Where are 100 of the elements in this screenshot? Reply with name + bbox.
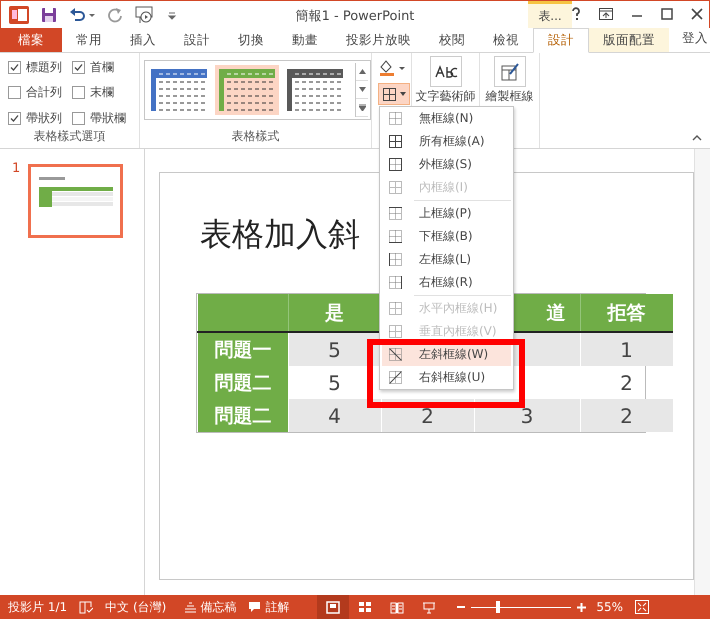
border-all-icon <box>388 134 403 149</box>
table-style-preview <box>287 69 343 111</box>
scroll-down-icon[interactable] <box>358 87 366 92</box>
menu-item[interactable]: 無框線(N) <box>382 107 511 130</box>
checkbox[interactable] <box>72 61 85 74</box>
ribbon-display-icon[interactable] <box>599 8 613 20</box>
notes-icon <box>184 602 196 612</box>
vertical-scrollbar[interactable] <box>694 149 710 595</box>
group-label: 表格樣式 <box>230 128 280 145</box>
zoom-slider[interactable] <box>471 601 572 613</box>
menu-item[interactable]: 所有框線(A) <box>382 130 511 153</box>
zoom-in-icon[interactable] <box>577 602 586 612</box>
zoom-slider-thumb[interactable] <box>496 601 500 613</box>
reading-view-icon[interactable] <box>390 600 404 614</box>
ribbon-tab[interactable]: 投影片放映 <box>332 28 425 52</box>
maximize-icon[interactable] <box>661 8 673 20</box>
table-style-preview <box>219 69 275 111</box>
collapse-ribbon-icon[interactable] <box>692 135 702 141</box>
menu-item[interactable]: 左斜框線(W) <box>382 343 511 366</box>
more-icon[interactable] <box>358 104 366 111</box>
table-cell: 1 <box>580 332 672 366</box>
border-inside-v-icon <box>388 324 403 339</box>
menu-item[interactable]: 外框線(S) <box>382 153 511 176</box>
ribbon-tab[interactable]: 切換 <box>224 28 278 52</box>
row-header: 問題二 <box>198 399 288 432</box>
table-cell: 3 <box>474 399 580 432</box>
pencil-grid-drawing <box>500 62 520 82</box>
help-icon[interactable] <box>571 7 581 21</box>
row-header: 問題二 <box>198 366 288 399</box>
language-indicator[interactable]: 中文 (台灣) <box>105 598 166 616</box>
comments-button[interactable]: 註解 <box>248 598 290 616</box>
draw-borders-label[interactable]: 繪製框線 <box>486 89 534 103</box>
table-cell: 4 <box>288 399 381 432</box>
border-inside-h-icon <box>388 301 403 316</box>
table-style-preview <box>151 69 207 111</box>
ribbon-tab[interactable]: 校閱 <box>425 28 479 52</box>
border-top-icon <box>388 206 403 221</box>
ribbon-tab[interactable]: 檔案 <box>0 28 62 52</box>
checkbox[interactable] <box>72 112 85 125</box>
menu-item[interactable]: 右斜框線(U) <box>382 366 511 389</box>
slide-thumbnail[interactable] <box>28 164 123 238</box>
ribbon-tab[interactable]: 設計 <box>170 28 224 52</box>
customize-icon[interactable] <box>167 10 177 20</box>
group-label: 表格樣式選項 <box>32 128 106 145</box>
menu-item[interactable]: 右框線(R) <box>382 271 511 294</box>
checkbox-label: 帶狀欄 <box>90 110 126 127</box>
menu-item[interactable]: 左框線(L) <box>382 248 511 271</box>
checkbox[interactable] <box>8 61 21 74</box>
normal-view-icon[interactable] <box>326 600 340 614</box>
app-icon[interactable] <box>9 6 29 24</box>
abc-drawing <box>434 64 458 78</box>
ribbon-tab[interactable]: 動畫 <box>278 28 332 52</box>
ribbon-tab[interactable]: 版面配置 <box>589 28 669 52</box>
checkbox[interactable] <box>72 86 85 100</box>
checkbox[interactable] <box>8 86 21 100</box>
border-diag-up-icon <box>388 370 403 385</box>
borders-button[interactable] <box>378 83 410 105</box>
menu-item[interactable]: 下框線(B) <box>382 225 511 248</box>
save-icon[interactable] <box>41 6 57 22</box>
zoom-out-icon[interactable] <box>457 603 466 611</box>
border-inside-icon <box>388 180 403 195</box>
draw-table-icon[interactable] <box>494 56 526 87</box>
caret-icon <box>400 92 406 96</box>
fit-slide-icon[interactable] <box>635 600 649 614</box>
check-icon <box>10 114 19 123</box>
checkbox-label: 標題列 <box>26 59 62 76</box>
presentation-icon[interactable] <box>422 600 436 614</box>
checkbox[interactable] <box>8 112 21 125</box>
scroll-up-icon[interactable] <box>358 69 366 74</box>
slide-sorter-icon[interactable] <box>358 600 372 614</box>
column-header: 是 <box>288 294 381 332</box>
notes-button[interactable]: 備忘稿 <box>184 598 236 616</box>
sign-in-link[interactable]: 登入 <box>682 30 708 47</box>
ribbon-tab[interactable]: 檢視 <box>479 28 533 52</box>
table-cell: 2 <box>580 399 672 432</box>
shading-icon[interactable] <box>378 59 406 77</box>
border-left-icon <box>388 252 403 267</box>
checkbox-label: 合計列 <box>26 84 62 102</box>
undo-icon[interactable] <box>69 6 95 22</box>
border-bottom-icon <box>388 229 403 244</box>
check-icon <box>74 63 83 72</box>
zoom-level[interactable]: 55% <box>596 600 623 614</box>
ribbon-tab[interactable]: 插入 <box>116 28 170 52</box>
border-right-icon <box>388 275 403 290</box>
slide-indicator: 投影片 1/1 <box>8 598 68 616</box>
close-icon[interactable] <box>691 8 703 20</box>
menu-item[interactable]: 上框線(P) <box>382 202 511 225</box>
ribbon-tab[interactable]: 常用 <box>62 28 116 52</box>
ribbon-tab[interactable]: 設計 <box>533 28 589 53</box>
window-title: 簡報1 - PowerPoint <box>296 9 414 24</box>
checkbox-label: 末欄 <box>90 84 114 102</box>
checkbox-label: 帶狀列 <box>26 110 62 127</box>
slideshow-icon[interactable] <box>135 6 155 24</box>
spelling-icon[interactable] <box>79 600 94 614</box>
wordart-label[interactable]: 文字藝術師 <box>416 89 476 103</box>
table-style-option[interactable] <box>215 65 279 115</box>
redo-icon[interactable] <box>107 6 123 22</box>
wordart-icon[interactable] <box>430 56 462 87</box>
row-header: 問題一 <box>198 332 288 366</box>
context-tab-header: 表... <box>528 1 572 28</box>
